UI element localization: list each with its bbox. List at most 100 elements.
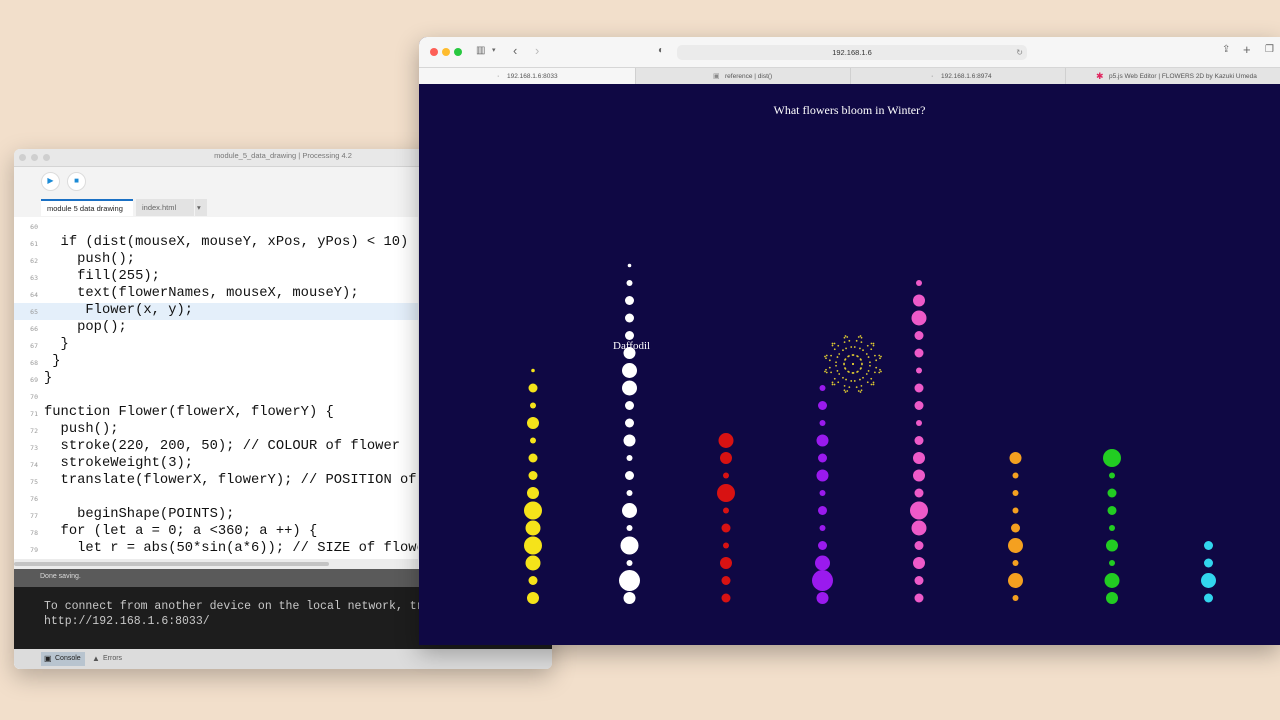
data-dot[interactable] — [1011, 523, 1020, 533]
data-dot[interactable] — [914, 541, 924, 550]
horizontal-scrollbar[interactable] — [14, 559, 418, 569]
data-dot[interactable] — [627, 263, 632, 268]
data-dot[interactable] — [622, 363, 637, 378]
forward-icon[interactable]: › — [535, 43, 539, 58]
data-dot[interactable] — [1106, 592, 1118, 604]
data-dot[interactable] — [913, 469, 925, 482]
data-dot[interactable] — [525, 520, 541, 536]
data-dot[interactable] — [625, 471, 634, 480]
data-dot[interactable] — [914, 488, 924, 498]
browser-tab[interactable]: · 192.168.1.6:8033 — [419, 68, 636, 85]
data-dot[interactable] — [625, 296, 634, 305]
data-dot[interactable] — [626, 525, 633, 531]
data-dot[interactable] — [527, 487, 539, 499]
code-line[interactable]: 77 beginShape(POINTS); — [14, 507, 418, 524]
data-dot[interactable] — [1012, 472, 1019, 479]
data-dot[interactable] — [622, 503, 637, 518]
data-dot[interactable] — [819, 385, 826, 391]
chevron-down-icon[interactable]: ▾ — [195, 199, 207, 216]
code-line[interactable]: 74 strokeWeight(3); — [14, 456, 418, 473]
data-dot[interactable] — [916, 420, 922, 426]
data-dot[interactable] — [528, 383, 538, 393]
data-dot[interactable] — [818, 541, 827, 550]
code-line[interactable]: 78 for (let a = 0; a <360; a ++) { — [14, 524, 418, 541]
browser-tab[interactable]: ▣ reference | dist() — [636, 68, 851, 85]
code-line[interactable]: 75 translate(flowerX, flowerY); // POSIT… — [14, 473, 418, 490]
data-dot[interactable] — [720, 452, 732, 464]
sidebar-icon[interactable]: ▥ — [476, 45, 485, 56]
data-dot[interactable] — [816, 592, 829, 604]
data-dot[interactable] — [1201, 573, 1216, 588]
data-dot[interactable] — [815, 555, 830, 571]
data-dot[interactable] — [819, 420, 826, 426]
data-dot[interactable] — [1204, 593, 1213, 603]
data-dot[interactable] — [718, 433, 734, 448]
data-dot[interactable] — [818, 506, 827, 515]
data-dot[interactable] — [1103, 449, 1121, 467]
data-dot[interactable] — [620, 536, 639, 555]
back-icon[interactable]: ‹ — [513, 43, 517, 58]
data-dot[interactable] — [1106, 539, 1118, 552]
close-window-button[interactable] — [430, 48, 438, 56]
data-dot[interactable] — [916, 367, 922, 374]
data-dot[interactable] — [816, 469, 829, 482]
code-line[interactable]: 73 stroke(220, 200, 50); // COLOUR of fl… — [14, 439, 418, 456]
data-dot[interactable] — [910, 501, 928, 520]
code-line[interactable]: 64 text(flowerNames, mouseX, mouseY); — [14, 286, 418, 303]
flower-column-yellow[interactable] — [524, 368, 542, 604]
data-dot[interactable] — [1109, 472, 1115, 479]
data-dot[interactable] — [1109, 525, 1115, 531]
data-dot[interactable] — [1204, 541, 1213, 550]
data-dot[interactable] — [914, 348, 924, 358]
data-dot[interactable] — [626, 490, 633, 496]
data-dot[interactable] — [819, 525, 826, 531]
data-dot[interactable] — [911, 520, 927, 536]
code-line[interactable]: 60 — [14, 218, 418, 235]
data-dot[interactable] — [1012, 560, 1019, 566]
data-dot[interactable] — [625, 401, 634, 410]
flower-column-purple[interactable] — [812, 385, 833, 604]
data-dot[interactable] — [524, 536, 542, 555]
flower-column-red[interactable] — [717, 433, 735, 603]
data-dot[interactable] — [528, 453, 538, 463]
data-dot[interactable] — [723, 542, 729, 549]
data-dot[interactable] — [623, 592, 636, 604]
minimize-window-button[interactable] — [442, 48, 450, 56]
data-dot[interactable] — [625, 313, 634, 323]
data-dot[interactable] — [914, 383, 924, 393]
data-dot[interactable] — [1012, 507, 1019, 514]
data-dot[interactable] — [525, 555, 541, 571]
data-dot[interactable] — [623, 434, 636, 447]
data-dot[interactable] — [622, 380, 637, 396]
data-dot[interactable] — [524, 501, 542, 520]
code-line[interactable]: 61 if (dist(mouseX, mouseY, xPos, yPos) … — [14, 235, 418, 252]
data-dot[interactable] — [1107, 506, 1117, 515]
data-dot[interactable] — [1109, 560, 1115, 566]
data-dot[interactable] — [1107, 488, 1117, 498]
data-dot[interactable] — [723, 472, 729, 479]
reload-icon[interactable]: ↻ — [1016, 45, 1023, 60]
data-dot[interactable] — [626, 455, 633, 461]
data-dot[interactable] — [720, 557, 732, 569]
zoom-window-button[interactable] — [454, 48, 462, 56]
data-dot[interactable] — [625, 331, 634, 340]
scrollbar-thumb[interactable] — [14, 562, 329, 566]
new-tab-icon[interactable]: + — [1243, 42, 1251, 57]
stop-button[interactable]: ■ — [67, 172, 86, 191]
data-dot[interactable] — [914, 401, 924, 410]
flower-column-orange[interactable] — [1008, 452, 1023, 601]
data-dot[interactable] — [913, 557, 925, 569]
data-dot[interactable] — [914, 576, 924, 585]
code-line[interactable]: 72 push(); — [14, 422, 418, 439]
data-dot[interactable] — [527, 592, 539, 604]
tab-sketch[interactable]: module 5 data drawing — [41, 199, 133, 216]
flower-column-cyan[interactable] — [1201, 541, 1216, 603]
data-dot[interactable] — [914, 331, 924, 340]
flower-column-pink[interactable] — [910, 280, 928, 603]
privacy-shield-icon[interactable]: ◐ — [658, 45, 664, 56]
data-dot[interactable] — [527, 417, 539, 429]
code-line[interactable]: 71 function Flower(flowerX, flowerY) { — [14, 405, 418, 422]
data-dot[interactable] — [818, 453, 827, 463]
data-dot[interactable] — [1104, 573, 1120, 588]
browser-tab[interactable]: · 192.168.1.6:8974 — [851, 68, 1066, 85]
